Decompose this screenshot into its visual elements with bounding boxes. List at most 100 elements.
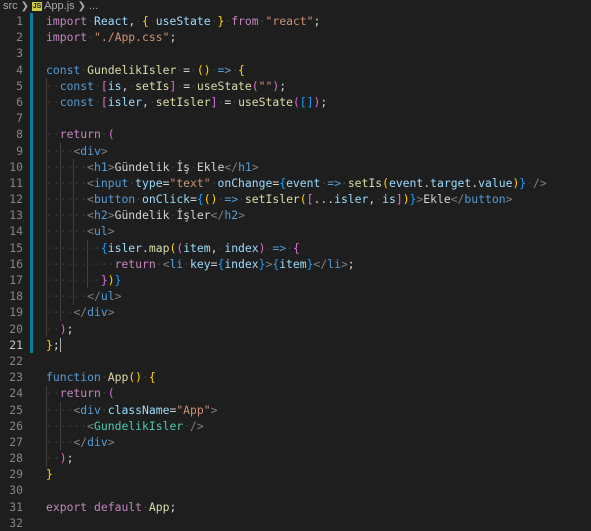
text-cursor [59, 338, 61, 353]
line-number: 30 [9, 483, 23, 498]
line-number: 18 [9, 289, 23, 304]
code-text: ··); [46, 321, 74, 336]
line-number: 9 [16, 143, 23, 158]
code-line[interactable]: 13 ······<h2>Gündelik·İşler</h2> [0, 207, 591, 223]
code-text: ····<div·className="App"> [46, 402, 218, 417]
indent-guide [59, 142, 61, 321]
code-line[interactable]: 25 ····<div·className="App"> [0, 402, 591, 418]
code-line[interactable]: 27 ····</div> [0, 434, 591, 450]
line-number: 3 [16, 46, 23, 61]
indent-guide [59, 401, 61, 451]
line-number: 24 [9, 386, 23, 401]
code-line[interactable]: 26 ······<GundelikIsler·/> [0, 418, 591, 434]
breadcrumb-more[interactable]: ... [89, 0, 98, 12]
code-text: function·App()·{ [46, 370, 156, 385]
code-line[interactable]: 9 ····<div> [0, 143, 591, 159]
line-number: 2 [16, 30, 23, 45]
line-number: 4 [16, 62, 23, 77]
code-text: ······</ul> [46, 289, 122, 304]
code-line[interactable]: 2 import·"./App.css"; [0, 29, 591, 45]
code-text: }; [46, 337, 60, 352]
line-number: 23 [9, 370, 23, 385]
code-line[interactable]: 11 ······<input·type="text"·onChange={eve… [0, 175, 591, 191]
code-line[interactable]: 21}; [0, 337, 591, 353]
line-number: 28 [9, 451, 23, 466]
code-line[interactable]: 5 ··const·[is,·setIs]·=·useState(""); [0, 78, 591, 94]
code-text: ······<h1>Gündelik·İş·Ekle</h1> [46, 159, 259, 174]
code-text: import·React,·{·useState·}·from·"react"; [46, 14, 321, 28]
code-text: ······<h2>Gündelik·İşler</h2> [46, 208, 245, 223]
line-number: 10 [9, 159, 23, 174]
code-line[interactable]: 31 export·default·App; [0, 499, 591, 515]
line-number: 5 [16, 78, 23, 93]
line-number: 31 [9, 499, 23, 514]
code-text: ··const·[isler,·setIsler]·=·useState([])… [46, 94, 328, 109]
line-number: 13 [9, 208, 23, 223]
code-line[interactable]: 20 ··); [0, 321, 591, 337]
line-number: 19 [9, 305, 23, 320]
code-text: ····<div> [46, 143, 108, 158]
code-line[interactable]: 4 const·GundelikIsler·=·()·=>·{ [0, 62, 591, 78]
breadcrumb-folder[interactable]: src [3, 0, 18, 12]
code-text: ····</div> [46, 434, 115, 449]
code-line[interactable]: 28 ··); [0, 450, 591, 466]
line-number: 11 [9, 175, 23, 190]
code-text: ······<input·type="text"·onChange={event… [46, 175, 547, 190]
code-text: } [46, 467, 53, 482]
code-text: ··return·( [46, 386, 115, 401]
code-line[interactable]: 29} [0, 466, 591, 482]
code-line[interactable]: 8 ··return·( [0, 126, 591, 142]
javascript-file-icon: JS [32, 2, 43, 11]
code-text: ··); [46, 451, 74, 466]
line-number: 12 [9, 192, 23, 207]
code-line[interactable]: 14 ······<ul> [0, 223, 591, 239]
code-text: ··const·[is,·setIs]·=·useState(""); [46, 78, 287, 93]
code-line[interactable]: 30 [0, 482, 591, 498]
code-text: export·default·App; [46, 499, 177, 514]
code-line[interactable]: 17 ········})} [0, 272, 591, 288]
breadcrumb: src ❯ JS App.js ❯... [0, 0, 591, 13]
line-number: 25 [9, 402, 23, 417]
line-number: 17 [9, 273, 23, 287]
code-line[interactable]: 18 ······</ul> [0, 288, 591, 304]
indent-guide [87, 239, 89, 289]
code-line[interactable]: 12 ······<button·onClick={()·=>·setIsler(… [0, 191, 591, 207]
code-line[interactable]: 15 ········{isler.map((item,·index)·=>·{ [0, 240, 591, 256]
code-text: ··········return·<li·key={index}>{item}<… [46, 256, 355, 271]
code-text: ········})} [46, 273, 122, 287]
code-line[interactable]: 23 function·App()·{ [0, 369, 591, 385]
line-number: 26 [9, 418, 23, 433]
indent-guide [46, 385, 47, 467]
code-line[interactable]: 24 ··return·( [0, 385, 591, 401]
code-editor[interactable]: 1 import·React,·{·useState·}·from·"react"… [0, 13, 591, 531]
line-number: 21 [9, 337, 23, 352]
indent-guide [46, 77, 47, 337]
code-text: const·GundelikIsler·=·()·=>·{ [46, 62, 245, 77]
code-line[interactable]: 10 ······<h1>Gündelik·İş·Ekle</h1> [0, 159, 591, 175]
code-text: ··return·( [46, 127, 115, 142]
chevron-right-icon: ❯ [77, 1, 87, 12]
code-line[interactable]: 3 [0, 45, 591, 61]
line-number: 6 [16, 94, 23, 109]
code-line[interactable]: 6 ··const·[isler,·setIsler]·=·useState([]… [0, 94, 591, 110]
line-number: 22 [9, 353, 23, 368]
code-line[interactable]: 1 import·React,·{·useState·}·from·"react"… [0, 13, 591, 29]
line-number: 8 [16, 127, 23, 142]
code-text: ····</div> [46, 305, 115, 320]
breadcrumb-file[interactable]: App.js [44, 0, 75, 12]
line-number: 29 [9, 467, 23, 482]
indent-guide [73, 158, 75, 305]
code-text: ········{isler.map((item,·index)·=>·{ [46, 240, 300, 255]
code-line[interactable]: 19 ····</div> [0, 304, 591, 320]
code-text: ······<GundelikIsler·/> [46, 418, 204, 433]
line-number: 7 [16, 111, 23, 126]
line-number: 14 [9, 224, 23, 239]
chevron-right-icon: ❯ [20, 1, 30, 12]
code-line[interactable]: 16 ··········return·<li·key={index}>{item… [0, 256, 591, 272]
git-change-indicator [30, 13, 33, 354]
code-text: import·"./App.css"; [46, 30, 177, 45]
code-line[interactable]: 22 [0, 353, 591, 369]
line-number: 20 [9, 321, 23, 336]
code-text: ······<button·onClick={()·=>·setIsler([.… [46, 192, 513, 207]
code-line[interactable]: 7 [0, 110, 591, 126]
